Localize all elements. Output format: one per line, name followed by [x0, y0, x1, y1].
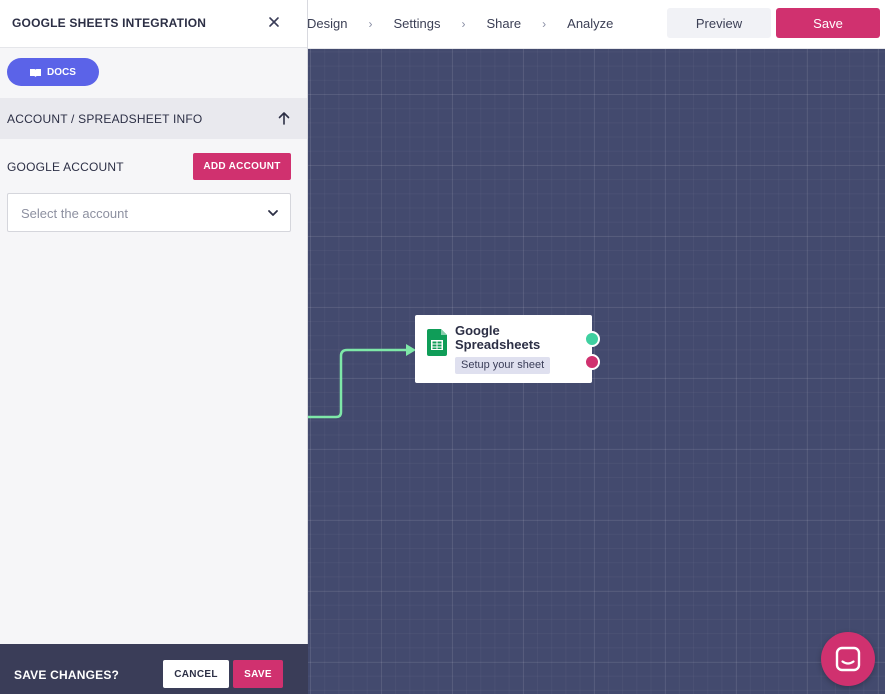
breadcrumb: Design › Settings › Share › Analyze	[307, 0, 613, 47]
google-sheets-node[interactable]: Google Spreadsheets Setup your sheet	[415, 315, 592, 383]
cancel-button[interactable]: CANCEL	[163, 660, 229, 688]
section-header[interactable]: ACCOUNT / SPREADSHEET INFO	[0, 98, 307, 139]
section-title: ACCOUNT / SPREADSHEET INFO	[7, 112, 203, 126]
chat-launcher-button[interactable]	[821, 632, 875, 686]
breadcrumb-share[interactable]: Share	[486, 16, 521, 31]
save-button[interactable]: Save	[776, 8, 880, 38]
close-icon[interactable]	[265, 13, 283, 31]
panel-title: GOOGLE SHEETS INTEGRATION	[12, 16, 207, 30]
breadcrumb-analyze[interactable]: Analyze	[567, 16, 613, 31]
save-changes-label: SAVE CHANGES?	[14, 668, 120, 682]
arrow-up-icon[interactable]	[276, 110, 292, 126]
docs-button[interactable]: DOCS	[7, 58, 99, 86]
integration-panel: GOOGLE SHEETS INTEGRATION DOCS ACCOUNT /…	[0, 0, 308, 644]
node-output-port-success[interactable]	[584, 331, 600, 347]
chat-icon	[835, 646, 861, 672]
connector-line	[308, 344, 416, 419]
save-changes-button[interactable]: SAVE	[233, 660, 283, 688]
google-sheets-icon	[427, 329, 447, 356]
breadcrumb-design[interactable]: Design	[307, 16, 347, 31]
book-icon	[30, 68, 42, 77]
panel-header: GOOGLE SHEETS INTEGRATION	[0, 0, 307, 48]
node-output-port-error[interactable]	[584, 354, 600, 370]
breadcrumb-separator: ›	[461, 16, 466, 31]
preview-button[interactable]: Preview	[667, 8, 771, 38]
breadcrumb-separator: ›	[368, 16, 373, 31]
node-title: Google Spreadsheets	[455, 323, 541, 352]
docs-label: DOCS	[47, 66, 76, 78]
node-setup-badge[interactable]: Setup your sheet	[455, 357, 551, 374]
breadcrumb-separator: ›	[542, 16, 547, 31]
save-changes-bar: SAVE CHANGES? CANCEL SAVE	[0, 644, 308, 694]
google-account-label: GOOGLE ACCOUNT	[7, 160, 124, 174]
account-select-placeholder: Select the account	[21, 206, 128, 221]
add-account-button[interactable]: ADD ACCOUNT	[193, 153, 291, 180]
account-select[interactable]: Select the account	[7, 193, 291, 232]
chevron-down-icon	[268, 210, 278, 216]
breadcrumb-settings[interactable]: Settings	[393, 16, 440, 31]
